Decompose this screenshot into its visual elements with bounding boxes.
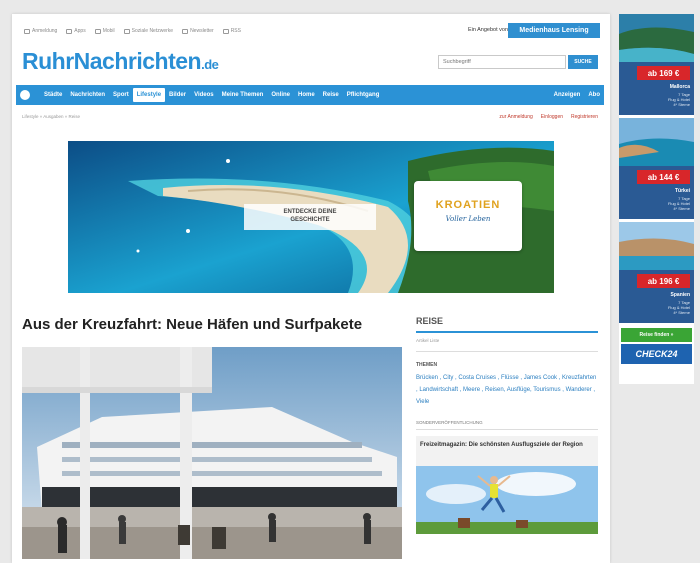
check24-ad-column[interactable]: ab 169 € Mallorca 7 Tage Flug & Hotel 4*… (619, 14, 694, 384)
account-links: zur Anmeldung Einloggen Registrieren (499, 114, 598, 120)
nav-item-staedte[interactable]: Städte (40, 85, 66, 105)
croatia-banner-ad[interactable]: ENTDECKE DEINE GESCHICHTE KROATIEN Volle… (68, 141, 554, 293)
themen-label: THEMEN (416, 362, 438, 368)
nav-item-reise[interactable]: Reise (319, 85, 343, 105)
supported-by-label: Ein Angebot von (467, 27, 508, 33)
kroatien-brand: KROATIEN (435, 199, 501, 211)
logo-tld: .de (201, 57, 219, 72)
sidebar-card-photo[interactable] (416, 466, 598, 534)
mail-icon (182, 28, 189, 34)
nav-item-pflichtgang[interactable]: Pflichtgang (343, 85, 384, 105)
nav-item-lifestyle[interactable]: Lifestyle (132, 88, 166, 102)
sidebar-section-sub[interactable]: Artikel Liste (416, 338, 598, 343)
ad-price: ab 196 € (637, 274, 690, 288)
kroatien-logo: KROATIEN Voller Leben (414, 181, 522, 251)
ad-place: Spanien (670, 292, 690, 298)
ad-price: ab 144 € (637, 170, 690, 184)
logo-name: RuhrNachrichten (22, 48, 202, 74)
nav-item-anzeigen[interactable]: Anzeigen (550, 85, 585, 105)
search-input[interactable] (438, 55, 566, 69)
ad-info: 7 Tage Flug & Hotel 4* Sterne (667, 92, 690, 107)
kroatien-tagline: Voller Leben (445, 215, 491, 223)
nav-item-online[interactable]: Online (267, 85, 294, 105)
utility-item-apps[interactable]: Apps (66, 28, 86, 34)
apps-icon (66, 28, 73, 34)
ad-tile-mallorca[interactable]: ab 169 € Mallorca 7 Tage Flug & Hotel 4*… (619, 14, 694, 115)
link-registrieren[interactable]: Registrieren (571, 114, 598, 120)
nav-item-videos[interactable]: Videos (190, 85, 218, 105)
utility-item-newsletter[interactable]: Newsletter (182, 28, 214, 34)
utility-item-social[interactable]: Soziale Netzwerke (123, 28, 173, 34)
nav-item-abo[interactable]: Abo (584, 85, 604, 105)
utility-bar: Anmeldung Apps Mobil Soziale Netzwerke N… (24, 24, 241, 38)
search-button[interactable]: SUCHE (568, 55, 598, 69)
banner-cta-button[interactable]: ENTDECKE DEINE GESCHICHTE (244, 204, 376, 230)
ad-tile-tuerkei[interactable]: ab 144 € Türkei 7 Tage Flug & Hotel 4* S… (619, 118, 694, 219)
link-einloggen[interactable]: Einloggen (541, 114, 563, 120)
ad-place: Mallorca (669, 84, 690, 90)
divider (416, 351, 598, 352)
ad-info: 7 Tage Flug & Hotel 4* Sterne (667, 300, 690, 315)
share-icon (123, 28, 130, 34)
nav-item-bilder[interactable]: Bilder (165, 85, 190, 105)
page: Anmeldung Apps Mobil Soziale Netzwerke N… (0, 0, 700, 563)
nav-item-nachrichten[interactable]: Nachrichten (66, 85, 109, 105)
main-nav: Städte Nachrichten Sport Lifestyle Bilde… (16, 85, 604, 105)
main-sheet: Anmeldung Apps Mobil Soziale Netzwerke N… (12, 14, 610, 563)
sidebar-section-title[interactable]: REISE (416, 316, 598, 333)
ad-cta-button[interactable]: Reise finden » (621, 328, 692, 342)
site-logo[interactable]: RuhrNachrichten.de (22, 48, 219, 75)
medienhaus-badge[interactable]: Medienhaus Lensing (508, 23, 600, 38)
rss-icon (222, 28, 229, 34)
ad-info: 7 Tage Flug & Hotel 4* Sterne (667, 196, 690, 211)
sidebar: REISE Artikel Liste THEMEN Brücken , Cit… (416, 316, 598, 534)
check24-logo[interactable]: CHECK24 (621, 344, 692, 364)
nav-item-meine-themen[interactable]: Meine Themen (218, 85, 268, 105)
ad-place: Türkei (674, 188, 690, 194)
nav-item-home[interactable]: Home (294, 85, 319, 105)
utility-item-mobile[interactable]: Mobil (94, 28, 115, 34)
cruise-ship-illustration (22, 347, 402, 559)
mobile-icon (94, 28, 101, 34)
article-headline[interactable]: Aus der Kreuzfahrt: Neue Häfen und Surfp… (22, 316, 362, 333)
ad-price: ab 169 € (637, 66, 690, 80)
home-icon[interactable] (20, 90, 30, 100)
breadcrumb[interactable]: Lifestyle » Ausgaben » Reise (22, 114, 80, 119)
sidebar-card-title[interactable]: Freizeitmagazin: Die schönsten Ausflugsz… (416, 436, 598, 466)
user-icon (24, 28, 30, 34)
utility-item-login[interactable]: Anmeldung (24, 28, 57, 34)
utility-item-rss[interactable]: RSS (222, 28, 241, 34)
themen-tag-list[interactable]: Brücken , City , Costa Cruises , Flüsse … (416, 372, 598, 408)
link-anmeldung[interactable]: zur Anmeldung (499, 114, 532, 120)
sonderveroeffentlichung-label: SONDERVERÖFFENTLICHUNG (416, 420, 598, 430)
ad-tile-spanien[interactable]: ab 196 € Spanien 7 Tage Flug & Hotel 4* … (619, 222, 694, 323)
nav-item-sport[interactable]: Sport (109, 85, 133, 105)
jumping-person-illustration (416, 466, 598, 534)
cruise-ship-photo[interactable] (22, 347, 402, 559)
